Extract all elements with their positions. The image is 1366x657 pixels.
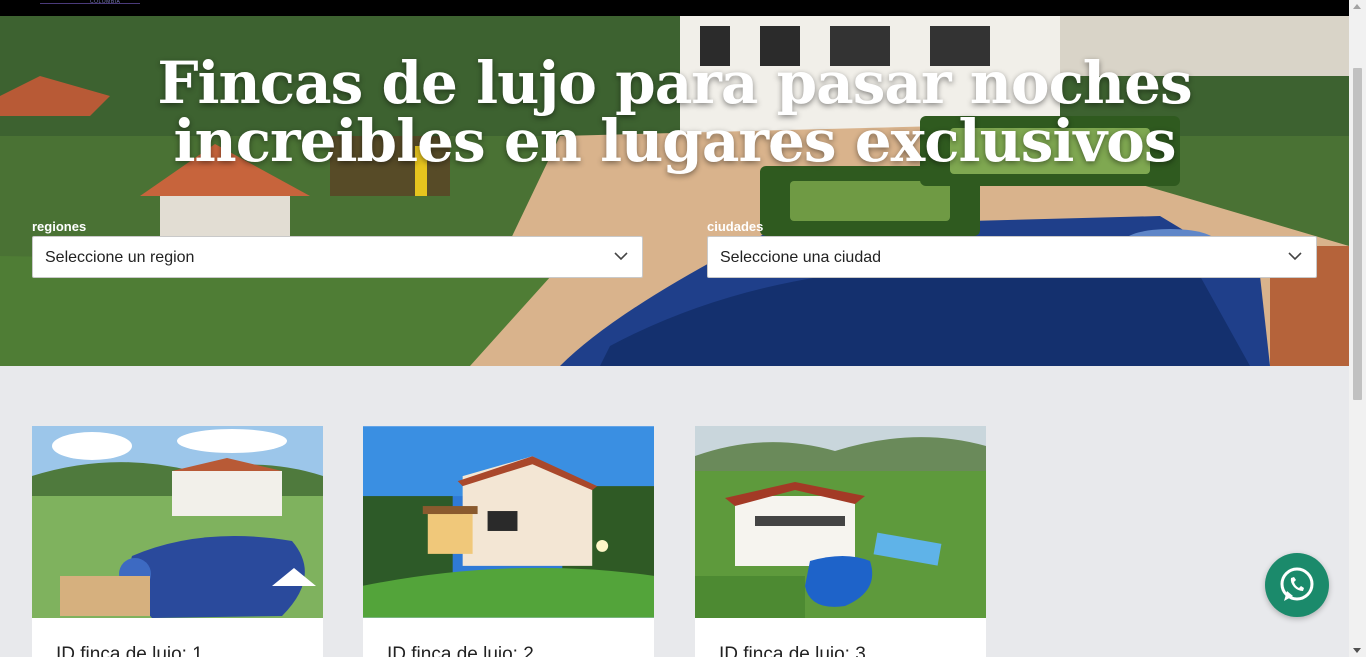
top-navbar: COLOMBIA [0, 0, 1349, 16]
property-title-2[interactable]: ID finca de lujo: 2 [387, 644, 534, 657]
scroll-up-icon[interactable] [1353, 4, 1361, 9]
property-card-3[interactable]: ID finca de lujo: 3 [695, 426, 986, 657]
hero-title: Fincas de lujo para pasar noches increib… [157, 49, 1192, 175]
region-select[interactable]: Seleccione un region [32, 236, 643, 278]
property-photo-2[interactable] [363, 426, 654, 618]
region-label: regiones [32, 219, 87, 234]
site-logo[interactable]: COLOMBIA [90, 0, 120, 5]
property-photo-3[interactable] [695, 426, 986, 618]
property-title-1[interactable]: ID finca de lujo: 1 [56, 644, 203, 657]
city-select-value: Seleccione una ciudad [720, 249, 882, 266]
page-scrollbar[interactable] [1349, 0, 1366, 657]
scrollbar-thumb[interactable] [1353, 68, 1362, 400]
region-select-value: Seleccione un region [45, 249, 195, 266]
hero-banner: Fincas de lujo para pasar noches increib… [0, 16, 1349, 366]
property-title-3[interactable]: ID finca de lujo: 3 [719, 644, 866, 657]
whatsapp-button[interactable] [1265, 553, 1329, 617]
scroll-down-icon[interactable] [1353, 648, 1361, 653]
city-label: ciudades [707, 219, 764, 234]
property-card-1[interactable]: ID finca de lujo: 1 [32, 426, 323, 657]
chevron-down-icon [614, 252, 628, 261]
chevron-down-icon [1288, 252, 1302, 261]
property-photo-1[interactable] [32, 426, 323, 618]
city-select[interactable]: Seleccione una ciudad [707, 236, 1317, 278]
whatsapp-icon [1280, 567, 1314, 601]
property-card-2[interactable]: ID finca de lujo: 2 [363, 426, 654, 657]
